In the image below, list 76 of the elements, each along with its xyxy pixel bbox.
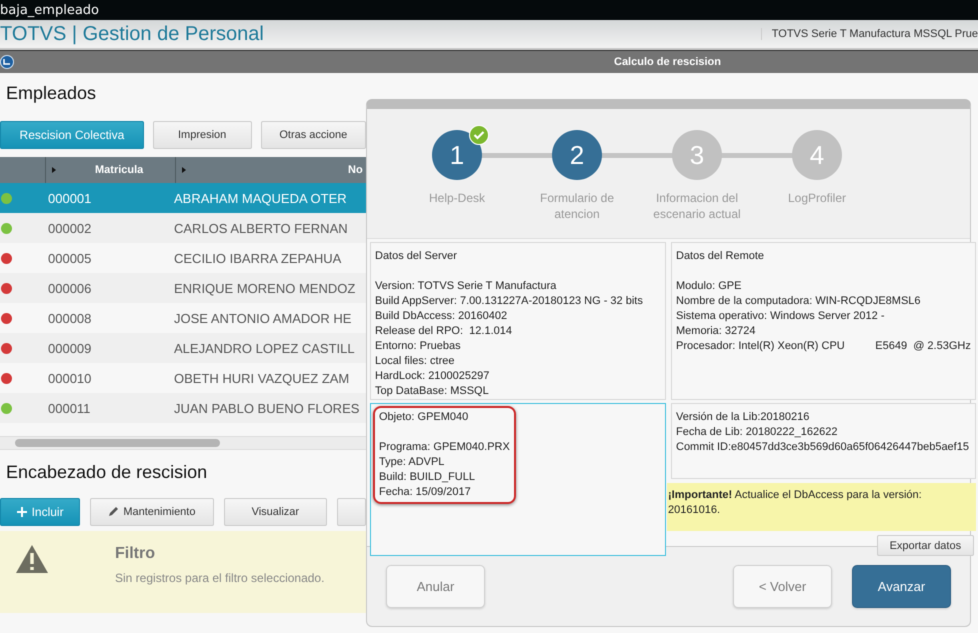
info-line: HardLock: 2100025297	[375, 369, 490, 384]
table-cell: JOSE ANTONIO AMADOR HE	[174, 310, 352, 326]
info-line: Local files: ctree	[375, 354, 456, 369]
dialog-button[interactable]: < Volver	[733, 565, 832, 608]
tab-label[interactable]: baja_empleado	[0, 3, 99, 20]
table-cell: ENRIQUE MORENO MENDOZ	[174, 280, 356, 296]
action-button[interactable]: Otras accione	[260, 121, 366, 149]
notice-text: ¡Importante! Actualice el DbAccess para la versión: 20161016.	[667, 483, 976, 531]
warning-icon	[15, 544, 49, 574]
table-row[interactable]: 000002 CARLOS ALBERTO FERNAN	[0, 213, 366, 243]
table-cell: JUAN PABLO BUENO FLORES	[174, 400, 360, 416]
dialog-button[interactable]: Anular	[386, 565, 485, 608]
info-line: Fecha de Lib: 20180222_162622	[676, 425, 838, 440]
action-button[interactable]	[336, 498, 366, 526]
export-button[interactable]: Exportar datos	[876, 535, 974, 556]
info-line: Commit ID:e80457dd3ce3b569d60a65f06426447beb5aef15	[676, 440, 970, 455]
next-button[interactable]: Avanzar	[852, 565, 951, 608]
edit-button[interactable]: Mantenimiento	[90, 498, 214, 526]
scrollbar[interactable]	[0, 436, 366, 450]
table-cell-text: 000010	[47, 370, 92, 386]
plus-icon	[16, 507, 27, 517]
info-line: Entorno: Pruebas	[375, 339, 462, 354]
info-line: Fecha: 15/09/2017	[379, 485, 472, 500]
table-row[interactable]: 000008 JOSE ANTONIO AMADOR HE	[0, 303, 366, 333]
info-line: Build AppServer: 7.00.131227A-20180123 NG - 32 bits	[375, 294, 644, 309]
action-button[interactable]: Visualizar	[224, 498, 327, 526]
table-cell-text: 000008	[47, 310, 92, 326]
environment-label: TOTVS Serie T Manufactura MSSQL Prue	[760, 28, 978, 40]
table-row[interactable]: 000009 ALEJANDRO LOPEZ CASTILL	[0, 333, 366, 363]
step-label: Help-Desk	[428, 190, 486, 206]
table-cell-text: 000009	[47, 340, 92, 356]
panel-title: Datos del Server	[375, 249, 458, 264]
section-title: Encabezado de rescision	[5, 461, 208, 484]
table-cell-text: 000005	[47, 250, 92, 266]
table-cell-text: 000002	[47, 220, 92, 236]
info-line: Build: BUILD_FULL	[379, 470, 476, 485]
info-line: Programa: GPEM040.PRX	[379, 440, 510, 455]
info-line: Top DataBase: MSSQL	[375, 384, 490, 399]
notice-title: Filtro	[115, 545, 156, 563]
info-line: Version: TOTVS Serie T Manufactura	[375, 279, 558, 294]
table-cell-text: 000001	[47, 190, 92, 206]
app-title: TOTVS | Gestion de Personal	[0, 22, 264, 46]
info-line: Release del RPO: 12.1.014	[375, 324, 513, 339]
notice-text: Sin registros para el filtro seleccionado.	[115, 571, 324, 585]
info-line: Build DbAccess: 20160402	[375, 309, 508, 324]
step-label: Formulario de atencion	[538, 190, 616, 222]
step-label: LogProfiler	[786, 190, 848, 206]
panel-title: Datos del Remote	[676, 249, 766, 264]
table-row[interactable]: 000010 OBETH HURI VAZQUEZ ZAM	[0, 363, 366, 393]
panel-title: Objeto: GPEM040	[379, 410, 470, 425]
info-line: Versión de la Lib:20180216	[676, 410, 810, 425]
table-row[interactable]: 000005 CECILIO IBARRA ZEPAHUA	[0, 243, 366, 273]
table-cell-text: 000011	[47, 400, 92, 416]
info-line: Memoria: 32724	[676, 324, 756, 339]
table-cell: ABRAHAM MAQUEDA OTER	[174, 190, 347, 206]
step-circle[interactable]: 2	[552, 130, 602, 180]
pencil-icon	[108, 507, 118, 517]
logo-icon	[0, 55, 14, 69]
table-row[interactable]: 000006 ENRIQUE MORENO MENDOZ	[0, 273, 366, 303]
action-button[interactable]: Impresion	[152, 121, 252, 149]
table-cell: OBETH HURI VAZQUEZ ZAM	[174, 370, 350, 386]
info-line: Nombre de la computadora: WIN-RCQDJE8MSL6	[676, 294, 922, 309]
table-row[interactable]: 000001 ABRAHAM MAQUEDA OTER	[0, 183, 366, 213]
section-title: Empleados	[5, 82, 98, 105]
window-title: Calculo de rescision	[614, 56, 721, 68]
table-cell: ALEJANDRO LOPEZ CASTILL	[174, 340, 355, 356]
info-line: Sistema operativo: Windows Server 2012 -	[676, 309, 886, 324]
step-circle[interactable]: 1	[432, 130, 482, 180]
step-label: Informacion del escenario actual	[652, 190, 742, 222]
info-line: Modulo: GPE	[676, 279, 742, 294]
table-cell-text: 000006	[47, 280, 92, 296]
info-line: Type: ADVPL	[379, 455, 446, 470]
table-row[interactable]: 000011 JUAN PABLO BUENO FLORES	[0, 393, 366, 423]
table-cell: CECILIO IBARRA ZEPAHUA	[174, 250, 342, 266]
info-line: Procesador: Intel(R) Xeon(R) CPU E5649 @ 2.53GHz	[676, 339, 971, 354]
table-cell: CARLOS ALBERTO FERNAN	[174, 220, 348, 236]
